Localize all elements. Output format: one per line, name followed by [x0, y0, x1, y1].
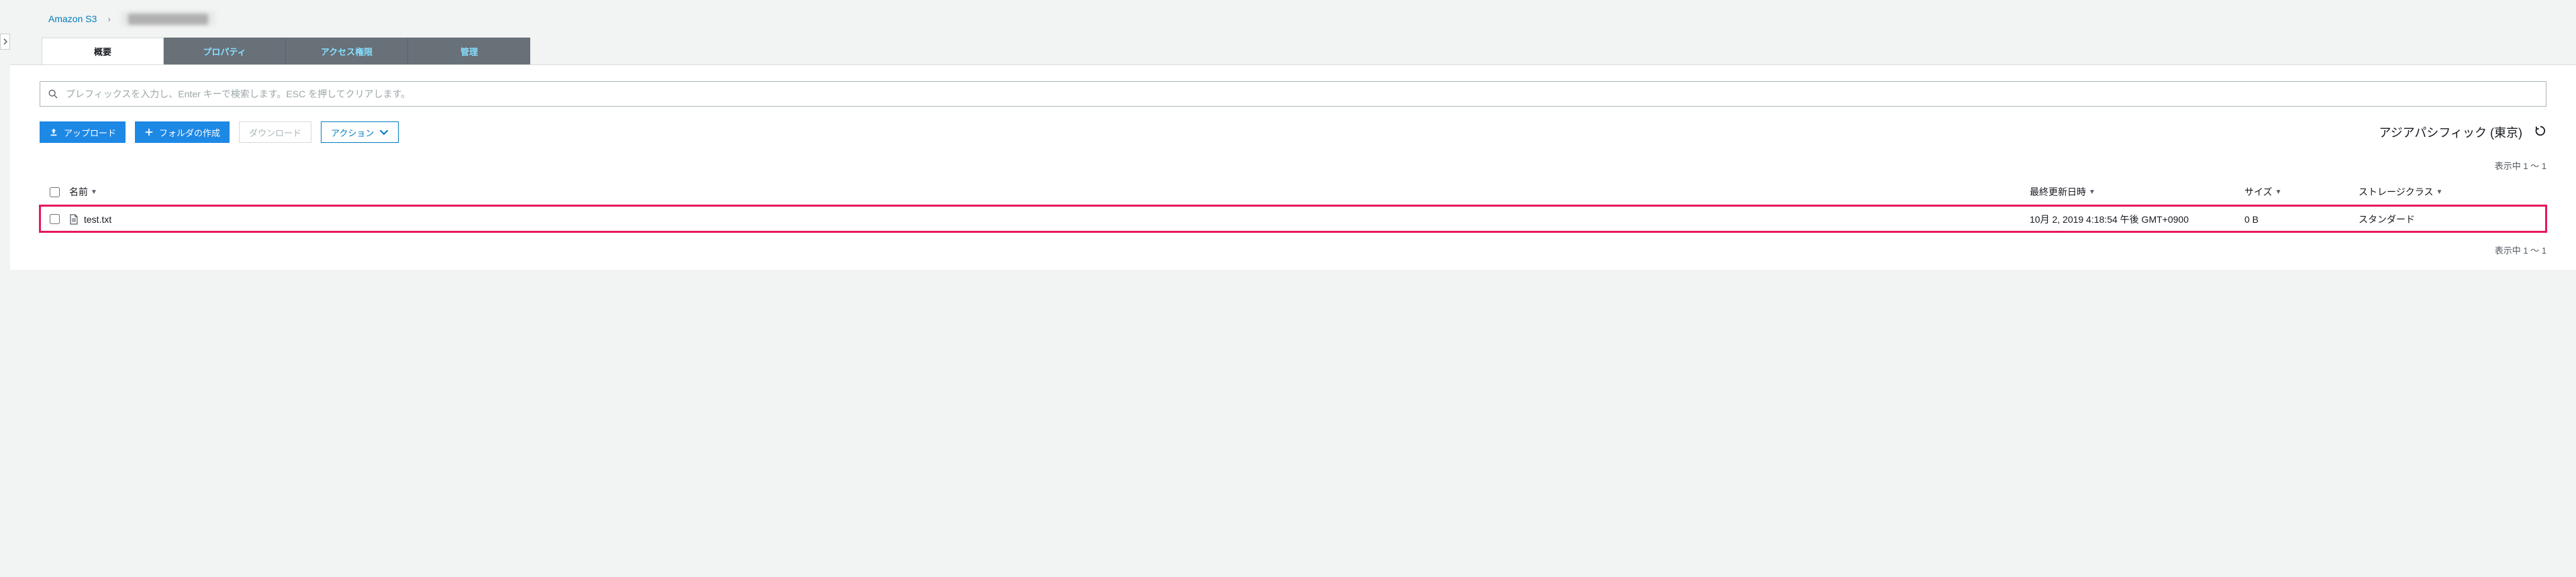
search-icon — [48, 89, 58, 99]
panel: アップロード フォルダの作成 ダウンロード アクション アジアパシフィック (東… — [10, 64, 2576, 270]
tab-permissions[interactable]: アクセス権限 — [286, 38, 408, 64]
search-box — [40, 81, 2546, 107]
chevron-right-icon — [3, 38, 7, 45]
actions-label: アクション — [331, 126, 374, 139]
pagination-bottom: 表示中 1 〜 1 — [40, 232, 2546, 263]
tab-properties[interactable]: プロパティ — [164, 38, 286, 64]
row-size: 0 B — [2244, 214, 2359, 225]
breadcrumb: Amazon S3 › ████████████ — [0, 0, 2576, 38]
region-text: アジアパシフィック (東京) — [2379, 123, 2522, 141]
download-label: ダウンロード — [249, 126, 301, 139]
column-storage-class[interactable]: ストレージクラス ▼ — [2359, 185, 2546, 199]
column-last-modified-label: 最終更新日時 — [2030, 185, 2086, 199]
sort-caret-icon: ▼ — [91, 189, 97, 196]
sort-caret-icon: ▼ — [2089, 189, 2095, 196]
column-last-modified[interactable]: 最終更新日時 ▼ — [2030, 185, 2244, 199]
column-name-label: 名前 — [69, 185, 88, 199]
refresh-button[interactable] — [2534, 125, 2546, 140]
table-row[interactable]: test.txt 10月 2, 2019 4:18:54 午後 GMT+0900… — [40, 205, 2546, 232]
toolbar: アップロード フォルダの作成 ダウンロード アクション アジアパシフィック (東… — [40, 121, 2546, 143]
pagination-bottom-text: 表示中 1 〜 1 — [2495, 244, 2546, 256]
column-name[interactable]: 名前 ▼ — [69, 185, 2030, 199]
upload-button[interactable]: アップロード — [40, 121, 126, 143]
row-last-modified: 10月 2, 2019 4:18:54 午後 GMT+0900 — [2030, 213, 2244, 226]
region-label: アジアパシフィック (東京) — [2379, 123, 2546, 141]
breadcrumb-root[interactable]: Amazon S3 — [48, 13, 97, 24]
upload-icon — [49, 127, 58, 137]
sort-caret-icon: ▼ — [2436, 189, 2442, 196]
pagination-top-text: 表示中 1 〜 1 — [2495, 159, 2546, 172]
drawer-toggle[interactable] — [0, 34, 10, 50]
row-name: test.txt — [84, 214, 111, 225]
file-icon — [69, 214, 79, 225]
select-all-checkbox[interactable] — [50, 187, 60, 197]
sort-caret-icon: ▼ — [2275, 189, 2282, 196]
column-storage-class-label: ストレージクラス — [2359, 185, 2433, 199]
tab-management[interactable]: 管理 — [408, 38, 530, 64]
breadcrumb-sep: › — [107, 13, 111, 24]
create-folder-label: フォルダの作成 — [159, 126, 220, 139]
search-input[interactable] — [66, 89, 2538, 99]
pagination-top: 表示中 1 〜 1 — [40, 152, 2546, 178]
breadcrumb-current: ████████████ — [121, 12, 215, 25]
row-checkbox[interactable] — [50, 214, 60, 224]
column-size[interactable]: サイズ ▼ — [2244, 185, 2359, 199]
chevron-down-icon — [379, 127, 389, 137]
create-folder-button[interactable]: フォルダの作成 — [135, 121, 230, 143]
plus-icon — [144, 127, 154, 137]
tab-overview[interactable]: 概要 — [42, 38, 164, 64]
table-header: 名前 ▼ 最終更新日時 ▼ サイズ ▼ ストレージクラス ▼ — [40, 178, 2546, 205]
upload-label: アップロード — [64, 126, 116, 139]
column-size-label: サイズ — [2244, 185, 2273, 199]
download-button: ダウンロード — [239, 121, 311, 143]
refresh-icon — [2534, 125, 2546, 137]
actions-button[interactable]: アクション — [321, 121, 399, 143]
tabs: 概要 プロパティ アクセス権限 管理 — [0, 38, 2576, 64]
row-storage-class: スタンダード — [2359, 213, 2546, 226]
